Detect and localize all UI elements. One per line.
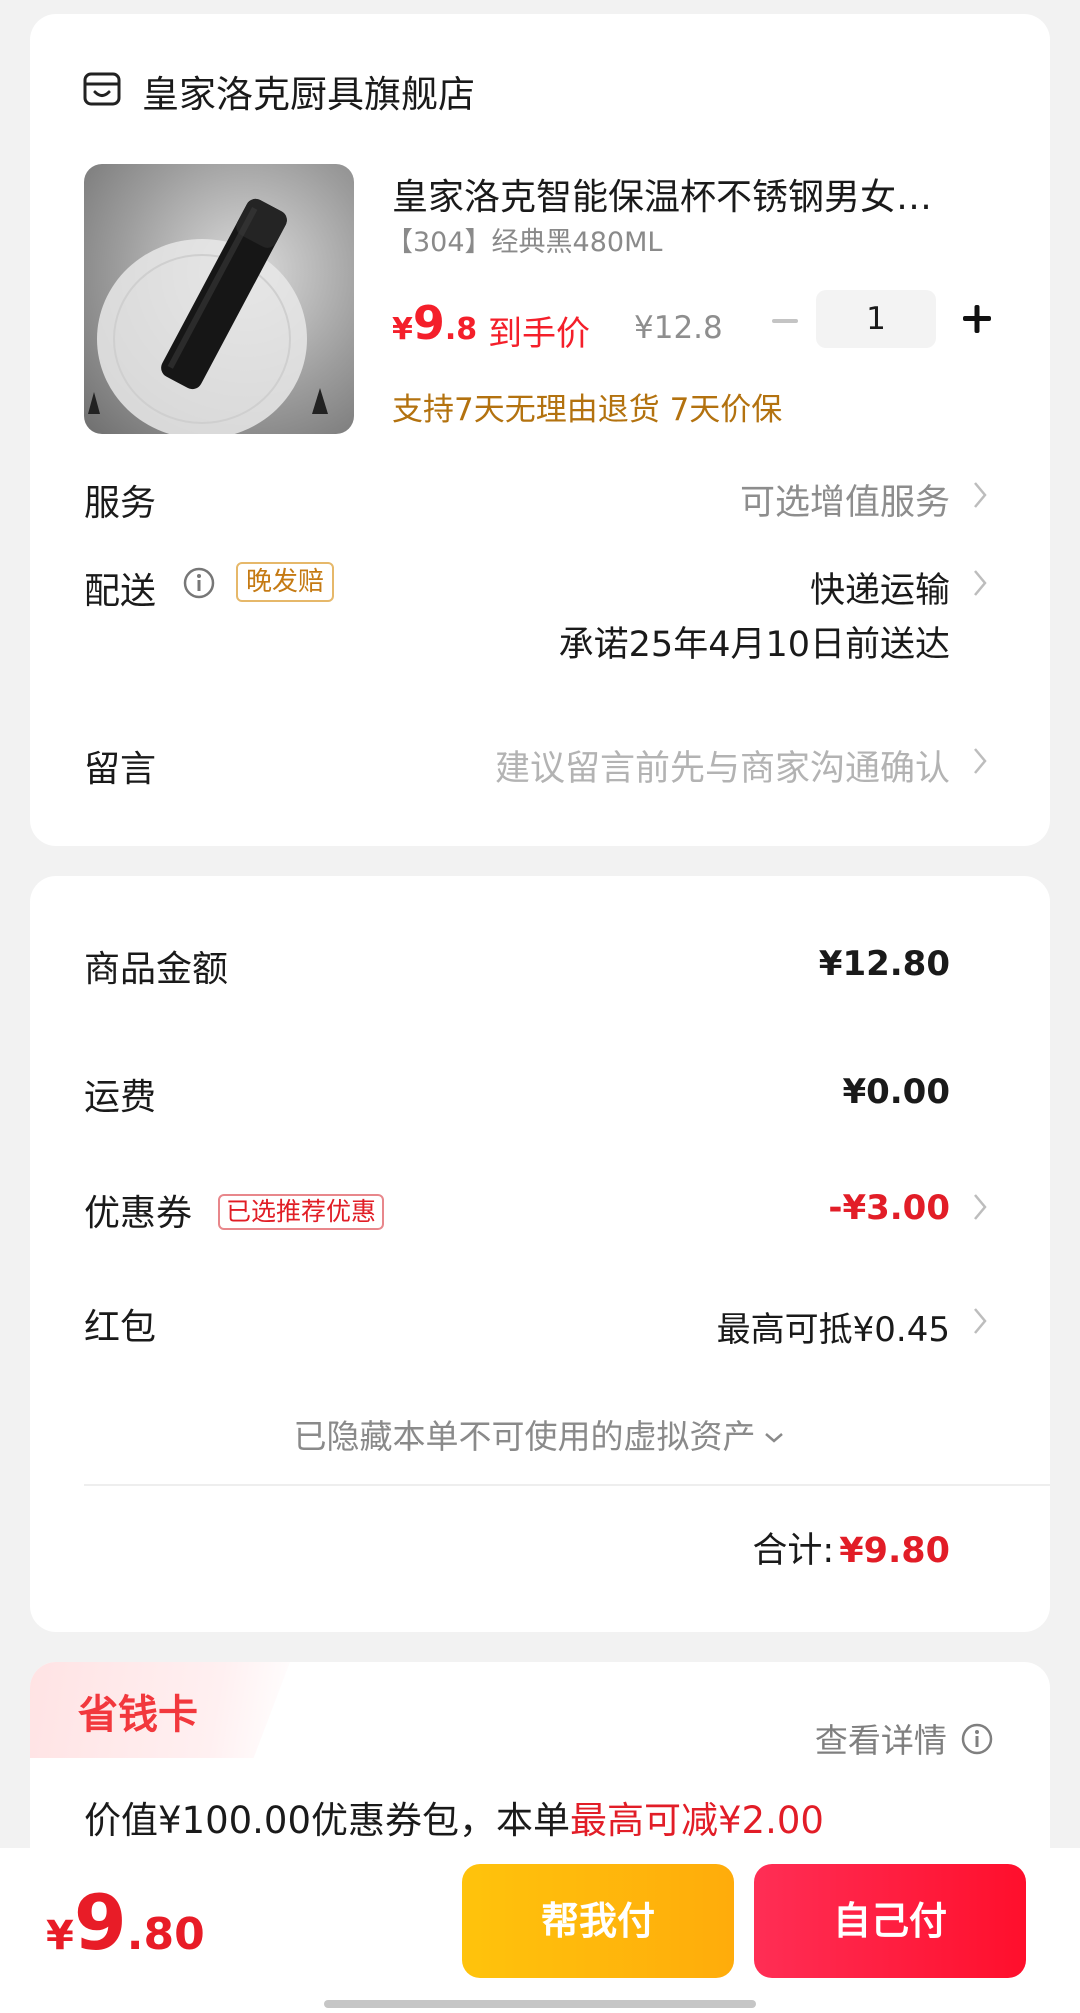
minus-icon[interactable] <box>762 298 808 344</box>
total-label: 合计: <box>752 1531 835 1571</box>
product-image[interactable] <box>84 164 354 434</box>
product-variant[interactable]: 【304】经典黑480ML <box>386 220 662 259</box>
help-me-pay-button[interactable]: 帮我付 <box>462 1864 734 1978</box>
goods-amount-label: 商品金额 <box>84 949 229 990</box>
savings-detail-text: 查看详情 <box>814 1721 947 1760</box>
plus-icon[interactable] <box>952 294 1002 344</box>
pay-integer: 9 <box>73 1878 127 1967</box>
self-pay-button[interactable]: 自己付 <box>754 1864 1026 1978</box>
order-card: 皇家洛克厨具旗舰店 皇家洛克智能保温杯不锈钢男女… 【304】经典黑480ML … <box>30 14 1050 846</box>
store-icon <box>83 72 121 106</box>
quantity-input[interactable]: 1 <box>816 290 936 348</box>
late-compensation-tag: 晚发赔 <box>236 562 335 602</box>
divider <box>84 1484 1050 1486</box>
final-price: ¥9.8 <box>392 296 477 350</box>
total-value: ¥9.80 <box>839 1531 950 1571</box>
store-name[interactable]: 皇家洛克厨具旗舰店 <box>142 64 475 118</box>
tumbler-illustration <box>88 198 328 434</box>
chevron-right-icon[interactable] <box>970 1304 990 1338</box>
info-icon <box>961 1723 993 1755</box>
chevron-right-icon[interactable] <box>970 478 990 512</box>
guarantee-text: 支持7天无理由退货 7天价保 <box>392 392 783 428</box>
red-packet-value[interactable]: 最高可抵¥0.45 <box>717 1302 950 1351</box>
shipping-value: ¥0.00 <box>842 1072 950 1112</box>
amount-card: 商品金额 ¥12.80 运费 ¥0.00 优惠券 已选推荐优惠 -¥3.00 红… <box>30 876 1050 1632</box>
service-label: 服务 <box>84 483 157 524</box>
final-price-label: 到手价 <box>488 314 590 354</box>
chevron-right-icon[interactable] <box>970 744 990 778</box>
price-integer: 9 <box>412 296 445 350</box>
savings-desc-prefix: 价值¥100.00优惠券包，本单 <box>84 1799 571 1842</box>
hidden-assets-text: 已隐藏本单不可使用的虚拟资产 <box>293 1417 756 1456</box>
price-decimal: .8 <box>444 312 478 347</box>
pay-decimal: .80 <box>126 1909 205 1960</box>
coupon-label: 优惠券 <box>84 1193 193 1234</box>
goods-amount-value: ¥12.80 <box>818 944 950 984</box>
delivery-promise: 承诺25年4月10日前送达 <box>558 625 950 665</box>
pay-currency: ¥ <box>46 1913 74 1959</box>
chevron-right-icon[interactable] <box>970 566 990 600</box>
original-price: ¥12.8 <box>634 310 723 346</box>
chevron-down-icon <box>764 1433 783 1443</box>
shipping-label: 运费 <box>84 1077 157 1118</box>
coupon-value[interactable]: -¥3.00 <box>828 1188 950 1228</box>
savings-description: 价值¥100.00优惠券包，本单最高可减¥2.00 <box>84 1790 824 1844</box>
savings-desc-highlight: 最高可减¥2.00 <box>570 1799 824 1842</box>
message-label: 留言 <box>84 749 157 790</box>
bottom-pay-bar: ¥9.80 帮我付 自己付 <box>0 1848 1080 2013</box>
service-value[interactable]: 可选增值服务 <box>740 474 950 525</box>
savings-detail-link[interactable]: 查看详情 <box>815 1714 994 1762</box>
home-indicator[interactable] <box>324 2000 756 2008</box>
price-currency: ¥ <box>392 312 413 347</box>
pay-total: ¥9.80 <box>46 1878 205 1967</box>
coupon-selected-tag: 已选推荐优惠 <box>218 1194 385 1230</box>
delivery-method[interactable]: 快递运输 <box>810 562 950 613</box>
savings-card-title: 省钱卡 <box>78 1692 198 1738</box>
hidden-assets-toggle[interactable]: 已隐藏本单不可使用的虚拟资产 <box>30 1410 1050 1458</box>
red-packet-label: 红包 <box>84 1307 157 1348</box>
chevron-right-icon[interactable] <box>970 1190 990 1224</box>
message-input[interactable]: 建议留言前先与商家沟通确认 <box>495 740 950 791</box>
product-title[interactable]: 皇家洛克智能保温杯不锈钢男女… <box>392 168 932 220</box>
info-icon[interactable] <box>182 566 216 600</box>
delivery-label: 配送 <box>84 571 157 612</box>
total-row: 合计: ¥9.80 <box>752 1522 950 1573</box>
